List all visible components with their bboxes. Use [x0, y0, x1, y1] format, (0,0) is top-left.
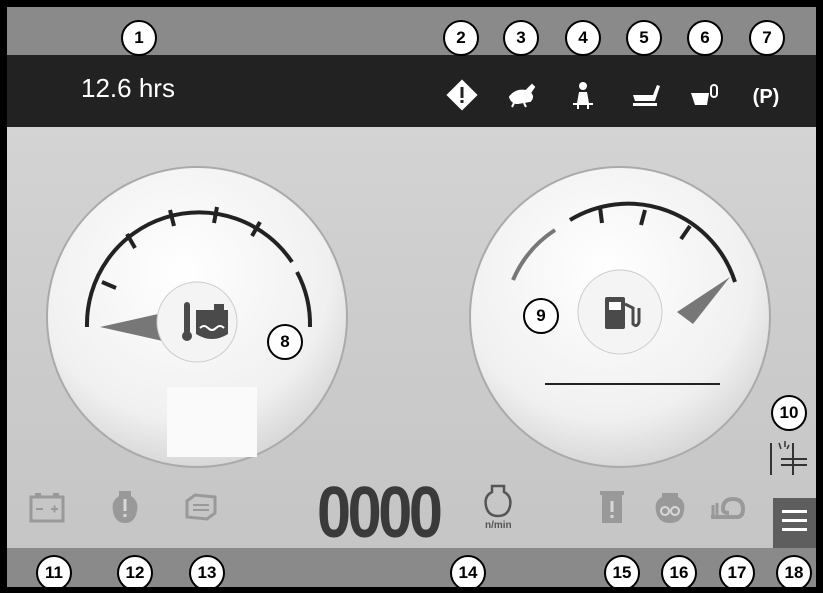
callout-11: 11 — [36, 555, 72, 587]
battery-icon — [29, 493, 65, 523]
turtle-slow-icon — [711, 496, 746, 519]
operator-presence-icon — [573, 82, 593, 109]
callout-15: 15 — [604, 555, 640, 587]
callout-12: 12 — [117, 555, 153, 587]
hydraulic-filter-icon — [600, 491, 624, 523]
air-filter-icon — [185, 493, 217, 521]
svg-text:(P): (P) — [753, 86, 780, 108]
callout-7: 7 — [749, 20, 785, 56]
pto-clutch-icon — [770, 441, 807, 475]
engine-icon — [484, 484, 512, 518]
hour-meter: 12.6 hrs — [81, 73, 175, 103]
callout-10: 10 — [771, 395, 807, 431]
engine-speed-unit: n/min — [485, 520, 512, 531]
callout-6: 6 — [687, 20, 723, 56]
callout-14: 14 — [450, 555, 486, 587]
callout-8: 8 — [267, 324, 303, 360]
parking-brake-icon: (P) — [753, 86, 780, 108]
glow-plug-icon — [655, 493, 685, 523]
callout-4: 4 — [565, 20, 601, 56]
engine-speed-counter: 0000 — [317, 473, 443, 553]
oil-warning-icon — [112, 491, 138, 523]
menu-button[interactable] — [773, 498, 816, 548]
instrument-display: 12.6 hrs (P) 0000 n/min 1 2 3 4 5 6 7 8 … — [7, 7, 816, 587]
coolant-temperature-gauge — [46, 166, 348, 468]
callout-17: 17 — [719, 555, 755, 587]
callout-3: 3 — [503, 20, 539, 56]
display-frame: 12.6 hrs (P) 0000 n/min 1 2 3 4 5 6 7 8 … — [0, 0, 823, 593]
callout-5: 5 — [626, 20, 662, 56]
callout-18: 18 — [776, 555, 812, 587]
mower-deck-icon — [691, 84, 718, 105]
callout-9: 9 — [523, 298, 559, 334]
callout-16: 16 — [661, 555, 697, 587]
warning-icon — [446, 79, 478, 111]
rabbit-speed-icon — [508, 83, 536, 108]
seat-icon — [633, 85, 660, 106]
callout-2: 2 — [443, 20, 479, 56]
callout-13: 13 — [189, 555, 225, 587]
fuel-gauge — [469, 166, 771, 468]
callout-1: 1 — [121, 20, 157, 56]
